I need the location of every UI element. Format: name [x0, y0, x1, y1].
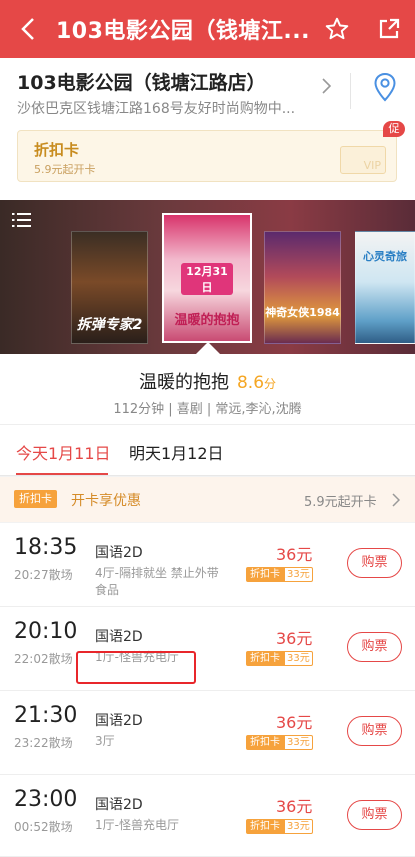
discount-card-title: 折扣卡	[34, 141, 80, 159]
language-format: 国语2D	[95, 629, 143, 645]
back-arrow-icon[interactable]	[0, 0, 56, 58]
card-price: 33元	[284, 651, 313, 666]
star-icon[interactable]	[311, 0, 363, 58]
card-price: 33元	[284, 735, 313, 750]
movie-meta: 112分钟 | 喜剧 | 常远,李沁,沈腾	[113, 402, 302, 417]
buy-ticket-button[interactable]: 购票	[347, 632, 402, 662]
movie-title: 温暖的抱抱	[138, 372, 229, 393]
showtime-row[interactable]: 20:10 22:02散场 国语2D 1厅-怪兽充电厅 36元 折扣卡 33元 购…	[0, 607, 415, 691]
start-time: 23:00	[14, 787, 78, 812]
score-unit: 分	[264, 377, 277, 391]
card-label: 折扣卡	[246, 651, 284, 666]
promo-price: 5.9元起开卡	[304, 495, 377, 510]
cinema-name: 103电影公园（钱塘江路店）	[17, 72, 266, 94]
end-time: 23:22散场	[14, 736, 73, 750]
selected-pointer	[196, 342, 220, 354]
poster-date: 12月31日	[181, 263, 233, 295]
poster-title: 神奇女侠1984	[265, 306, 340, 319]
promo-text: 开卡享优惠	[71, 493, 141, 509]
movie-poster[interactable]: 神奇女侠1984	[264, 231, 341, 344]
hall-name: 1厅-怪兽充电厅	[95, 818, 179, 832]
language-format: 国语2D	[95, 545, 143, 561]
card-price-badge: 折扣卡 33元	[246, 651, 313, 666]
annotation-highlight-box	[76, 651, 196, 684]
showtime-row[interactable]: 23:00 00:52散场 国语2D 1厅-怪兽充电厅 36元 折扣卡 33元 购…	[0, 775, 415, 857]
buy-ticket-button[interactable]: 购票	[347, 716, 402, 746]
card-label: 折扣卡	[246, 819, 284, 834]
movie-poster[interactable]: 心灵奇旅	[355, 231, 415, 344]
discount-card-subtitle: 5.9元起开卡	[34, 163, 96, 176]
start-time: 21:30	[14, 703, 78, 728]
hall-name: 4厅-隔排就坐 禁止外带食品	[95, 566, 219, 597]
cinema-address: 沙依巴克区钱塘江路168号友好时尚购物中...	[17, 101, 296, 117]
promo-badge: 促	[383, 121, 405, 137]
showtime-row[interactable]: 21:30 23:22散场 国语2D 3厅 36元 折扣卡 33元 购票	[0, 691, 415, 775]
end-time: 20:27散场	[14, 568, 73, 582]
language-format: 国语2D	[95, 713, 143, 729]
card-price-badge: 折扣卡 33元	[246, 567, 313, 582]
cinema-info[interactable]: 103电影公园（钱塘江路店） 沙依巴克区钱塘江路168号友好时尚购物中... 折…	[0, 58, 415, 200]
buy-ticket-button[interactable]: 购票	[347, 800, 402, 830]
movie-info: 温暖的抱抱 8.6分 112分钟 | 喜剧 | 常远,李沁,沈腾	[0, 354, 415, 424]
ticket-price: 36元	[276, 713, 313, 732]
vip-card-icon: VIP	[340, 146, 386, 174]
divider	[350, 73, 351, 109]
showtime-row[interactable]: 18:35 20:27散场 国语2D 4厅-隔排就坐 禁止外带食品 36元 折扣…	[0, 523, 415, 607]
tab-today[interactable]: 今天1月11日	[16, 440, 111, 464]
tab-tomorrow[interactable]: 明天1月12日	[129, 440, 224, 464]
card-price: 33元	[284, 819, 313, 834]
card-label: 折扣卡	[246, 735, 284, 750]
poster-title: 温暖的抱抱	[174, 313, 240, 328]
card-price-badge: 折扣卡 33元	[246, 819, 313, 834]
ticket-price: 36元	[276, 797, 313, 816]
start-time: 18:35	[14, 535, 78, 560]
poster-title: 拆弹专家2	[76, 317, 143, 333]
language-format: 国语2D	[95, 797, 143, 813]
chevron-right-icon[interactable]	[392, 492, 401, 511]
card-promo-row[interactable]: 折扣卡 开卡享优惠 5.9元起开卡	[0, 477, 415, 522]
share-icon[interactable]	[363, 0, 415, 58]
date-tabs: 今天1月11日 明天1月12日	[0, 424, 415, 476]
card-tag: 折扣卡	[14, 490, 57, 508]
ticket-price: 36元	[276, 629, 313, 648]
page-title: 103电影公园（钱塘江...	[56, 19, 310, 44]
movie-poster-selected[interactable]: 12月31日 温暖的抱抱	[162, 213, 252, 343]
top-header: 103电影公园（钱塘江...	[0, 0, 415, 58]
card-label: 折扣卡	[246, 567, 284, 582]
buy-ticket-button[interactable]: 购票	[347, 548, 402, 578]
movie-score: 8.6	[236, 373, 265, 393]
poster-title: 心灵奇旅	[363, 250, 407, 263]
card-price: 33元	[284, 567, 313, 582]
ticket-price: 36元	[276, 545, 313, 564]
location-pin-icon[interactable]	[373, 72, 397, 106]
hall-name: 3厅	[95, 734, 115, 748]
end-time: 22:02散场	[14, 652, 73, 666]
card-price-badge: 折扣卡 33元	[246, 735, 313, 750]
end-time: 00:52散场	[14, 820, 73, 834]
start-time: 20:10	[14, 619, 78, 644]
movie-title-line: 温暖的抱抱 8.6分	[0, 368, 415, 394]
poster-carousel[interactable]: 拆弹专家2 12月31日 温暖的抱抱 神奇女侠1984 心灵奇旅	[0, 200, 415, 354]
active-tab-indicator	[16, 473, 108, 475]
chevron-right-icon[interactable]	[322, 78, 332, 98]
list-menu-icon[interactable]	[12, 212, 32, 232]
movie-poster[interactable]: 拆弹专家2	[71, 231, 148, 344]
